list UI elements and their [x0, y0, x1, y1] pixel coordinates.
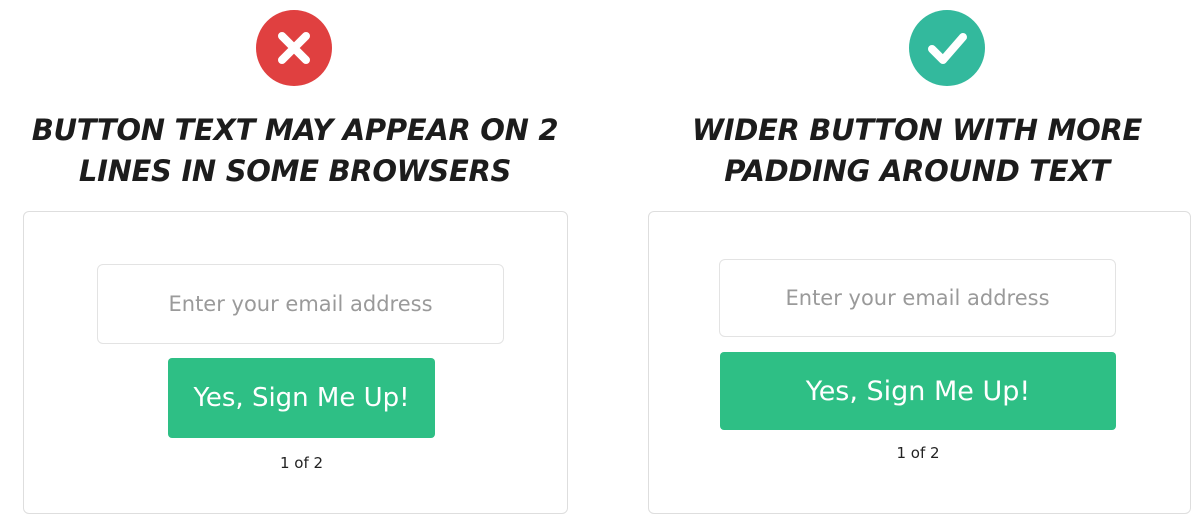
sign-up-button[interactable]: Yes, Sign Me Up!: [168, 358, 435, 438]
signup-form-card: Yes, Sign Me Up! 1 of 2: [648, 211, 1191, 514]
check-mark-icon: [909, 10, 985, 86]
step-indicator: 1 of 2: [279, 454, 324, 472]
step-indicator: 1 of 2: [896, 444, 940, 462]
heading-line: WIDER BUTTON WITH MORE: [692, 113, 1142, 147]
heading-line: LINES IN SOME BROWSERS: [78, 154, 512, 188]
heading-line: BUTTON TEXT MAY APPEAR ON 2: [31, 113, 559, 147]
signup-form-card: Yes, Sign Me Up! 1 of 2: [23, 211, 568, 514]
good-example-panel: WIDER BUTTON WITH MORE PADDING AROUND TE…: [597, 0, 1194, 531]
sign-up-button[interactable]: Yes, Sign Me Up!: [720, 352, 1116, 430]
email-input[interactable]: [97, 264, 504, 344]
bad-example-panel: BUTTON TEXT MAY APPEAR ON 2 LINES IN SOM…: [0, 0, 597, 531]
email-input[interactable]: [719, 259, 1116, 337]
bad-example-heading: BUTTON TEXT MAY APPEAR ON 2 LINES IN SOM…: [10, 110, 580, 192]
good-example-heading: WIDER BUTTON WITH MORE PADDING AROUND TE…: [617, 110, 1194, 192]
heading-line: PADDING AROUND TEXT: [724, 154, 1110, 188]
x-mark-icon: [256, 10, 332, 86]
